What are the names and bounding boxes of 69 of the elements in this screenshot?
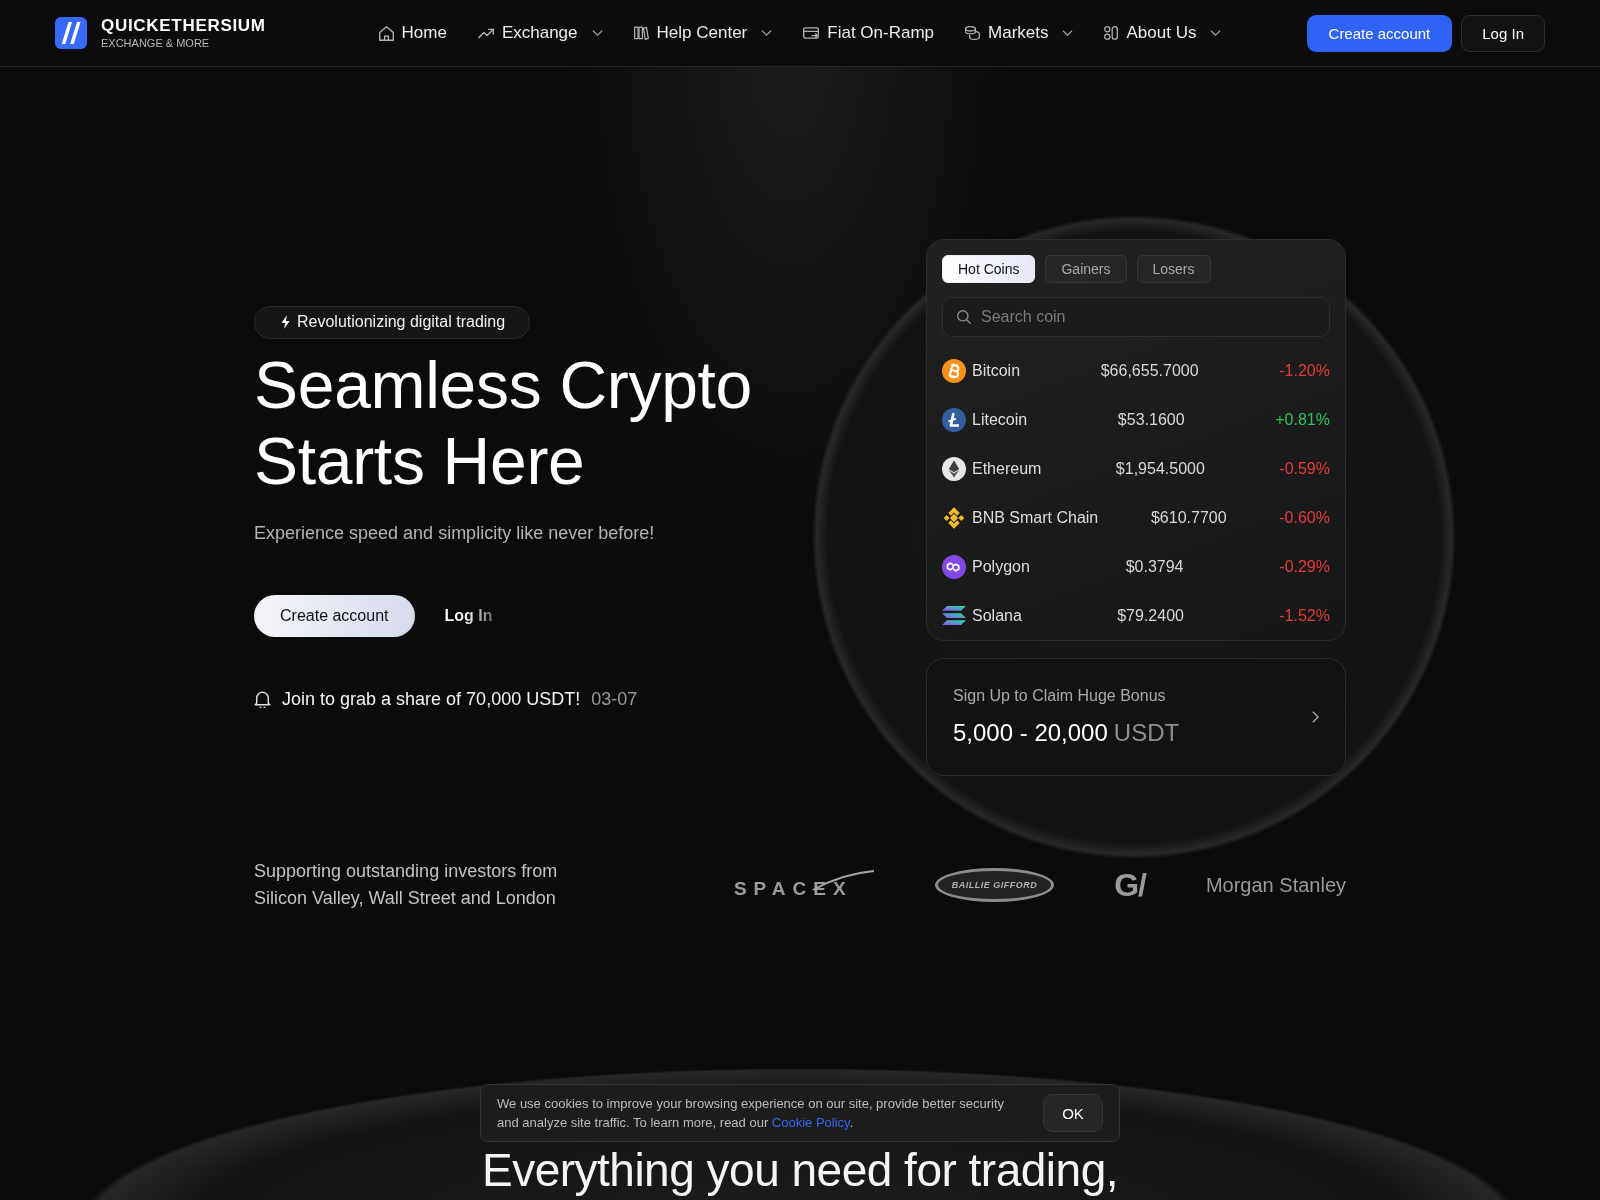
investor-logo: SPACEX	[733, 870, 875, 900]
log-in-link[interactable]: Log In	[444, 606, 493, 625]
books-icon	[633, 26, 649, 40]
market-tab[interactable]: Losers	[1136, 255, 1211, 283]
bell-icon	[254, 690, 271, 708]
coin-change: +0.81%	[1275, 410, 1330, 429]
nav-link[interactable]: About Us	[1104, 23, 1222, 43]
coin-name: Solana	[972, 606, 1022, 625]
coins-icon	[965, 26, 980, 40]
chevron-right-icon	[1312, 711, 1319, 723]
bonus-card[interactable]: Sign Up to Claim Huge Bonus 5,000 - 20,000 USDT	[926, 658, 1346, 776]
create-account-button[interactable]: Create account	[254, 594, 415, 637]
nav-link[interactable]: Help Center	[633, 23, 773, 43]
coin-price: $53.1600	[1117, 410, 1185, 429]
solana-icon	[942, 606, 966, 625]
promo-date: 03-07	[591, 688, 638, 710]
coin-price: $1,954.5000	[1115, 459, 1205, 478]
home-icon	[378, 25, 394, 41]
nav-link[interactable]: Home	[378, 23, 447, 43]
coin-change: -0.59%	[1279, 459, 1330, 478]
promo-text: Join to grab a share of 70,000 USDT!	[282, 688, 581, 710]
search-icon	[957, 310, 971, 324]
ok-button[interactable]: OK	[1043, 1094, 1103, 1132]
badge-text: Revolutionizing digital trading	[297, 313, 506, 331]
cookie-policy-link[interactable]: Cookie Policy	[771, 1115, 850, 1130]
search-field[interactable]: Search coin	[942, 297, 1330, 337]
market-tab[interactable]: Gainers	[1045, 255, 1127, 283]
investors-text: Supporting outstanding investors from Silicon Valley, Wall Street and London	[254, 860, 559, 910]
coin-name: Ethereum	[972, 459, 1042, 478]
coin-name: Polygon	[972, 557, 1030, 576]
log-in-button[interactable]: Log In	[1461, 14, 1545, 52]
coin-name: Litecoin	[972, 410, 1028, 429]
bonus-title: Sign Up to Claim Huge Bonus	[953, 687, 1167, 705]
bonus-amount: 5,000 - 20,000	[953, 719, 1108, 746]
coin-price: $610.7700	[1150, 508, 1227, 527]
hero-heading: Seamless Crypto Starts Here	[254, 346, 753, 499]
section-heading: Everything you need for trading,	[481, 1144, 1119, 1196]
create-account-button[interactable]: Create account	[1306, 14, 1453, 52]
shapes-icon	[1104, 26, 1119, 40]
diamonds-icon	[942, 505, 966, 530]
nav-link[interactable]: Exchange	[477, 23, 603, 43]
nav-link[interactable]: Fiat On-Ramp	[803, 23, 934, 43]
litecoin-icon	[942, 407, 966, 432]
logo-icon	[55, 17, 87, 49]
hero-subtitle: Experience speed and simplicity like never before!	[254, 521, 655, 545]
coin-price: $66,655.7000	[1100, 361, 1199, 380]
card-icon	[803, 27, 820, 39]
lightning-icon	[281, 315, 290, 329]
investor-logo: G/	[1114, 866, 1146, 904]
brand-name: QUICKETHERSIUM	[101, 16, 266, 35]
bonus-unit: USDT	[1113, 719, 1180, 746]
market-tab[interactable]: Hot Coins	[942, 255, 1036, 283]
coin-name: BNB Smart Chain	[972, 508, 1099, 527]
bitcoin-icon	[942, 358, 966, 383]
coin-change: -0.60%	[1279, 508, 1330, 527]
coin-name: Bitcoin	[972, 361, 1021, 380]
trend-arrow-icon	[477, 27, 494, 39]
coin-price: $0.3794	[1125, 557, 1184, 576]
brand-tagline: EXCHANGE & MORE	[101, 37, 211, 50]
nav-link[interactable]: Markets	[965, 23, 1074, 43]
investor-logo: BAILLIE GIFFORD	[934, 868, 1055, 902]
ethereum-icon	[942, 456, 966, 481]
polygon-icon	[942, 554, 966, 579]
coin-change: -1.20%	[1279, 361, 1330, 380]
coin-change: -1.52%	[1279, 606, 1330, 625]
cookie-notice: We use cookies to improve your browsing experience on our site, provide better security and analyze site traffic. To learn more, read our Cookie Policy.	[497, 1095, 1005, 1132]
investor-logo: Morgan Stanley	[1205, 873, 1346, 897]
coin-change: -0.29%	[1279, 557, 1330, 576]
coin-price: $79.2400	[1117, 606, 1184, 625]
